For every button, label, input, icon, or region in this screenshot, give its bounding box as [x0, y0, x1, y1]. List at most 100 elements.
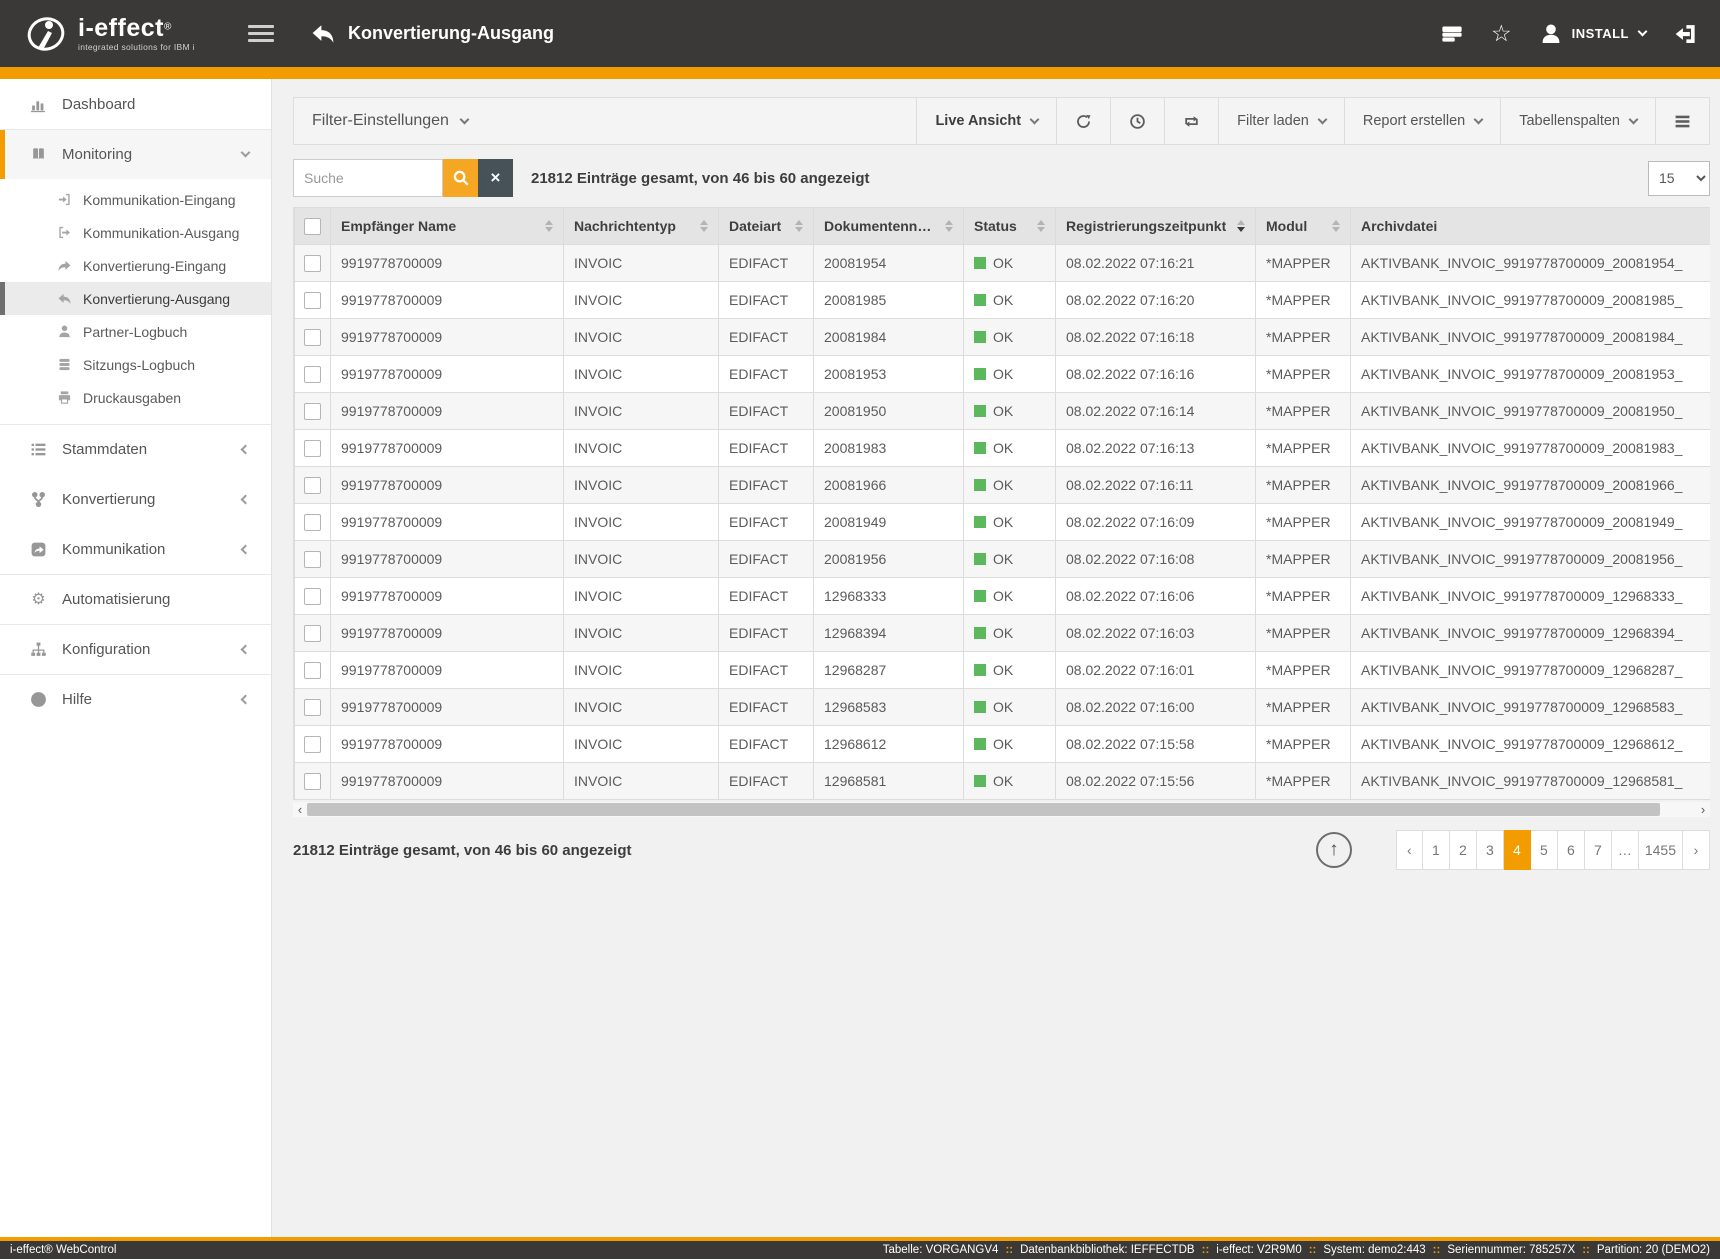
table-row[interactable]: 9919778700009INVOICEDIFACT20081983OK08.0…	[295, 430, 1711, 467]
row-checkbox[interactable]	[304, 366, 321, 383]
scrollbar-thumb[interactable]	[307, 803, 1660, 816]
row-checkbox[interactable]	[304, 440, 321, 457]
scroll-left-icon[interactable]: ‹	[293, 802, 307, 817]
row-checkbox[interactable]	[304, 514, 321, 531]
schedule-button[interactable]	[1110, 98, 1164, 144]
sidebar-item-druckausgaben[interactable]: Druckausgaben	[0, 381, 271, 414]
page-next-button[interactable]: ›	[1683, 830, 1710, 870]
row-checkbox[interactable]	[304, 773, 321, 790]
logout-icon[interactable]	[1674, 23, 1696, 45]
column-header[interactable]: Dateiart	[719, 208, 814, 245]
table-row[interactable]: 9919778700009INVOICEDIFACT12968333OK08.0…	[295, 578, 1711, 615]
server-list-icon[interactable]	[1441, 23, 1463, 45]
row-checkbox[interactable]	[304, 588, 321, 605]
table-row[interactable]: 9919778700009INVOICEDIFACT12968583OK08.0…	[295, 689, 1711, 726]
load-filter-dropdown[interactable]: Filter laden	[1218, 98, 1344, 144]
sidebar-item-automatisierung[interactable]: ⚙ Automatisierung	[0, 574, 271, 624]
refresh-button[interactable]	[1056, 98, 1110, 144]
sitemap-icon	[30, 641, 47, 658]
page-button-2[interactable]: 2	[1450, 830, 1477, 870]
sort-icon[interactable]	[937, 220, 953, 232]
user-menu[interactable]: INSTALL	[1540, 23, 1646, 45]
sidebar-item-dashboard[interactable]: Dashboard	[0, 79, 271, 129]
scroll-right-icon[interactable]: ›	[1696, 802, 1710, 817]
page-button-…[interactable]: …	[1612, 830, 1639, 870]
table-row[interactable]: 9919778700009INVOICEDIFACT20081956OK08.0…	[295, 541, 1711, 578]
sort-icon[interactable]	[787, 220, 803, 232]
row-checkbox[interactable]	[304, 477, 321, 494]
row-checkbox[interactable]	[304, 736, 321, 753]
row-checkbox[interactable]	[304, 699, 321, 716]
sort-icon[interactable]	[1029, 220, 1045, 232]
sidebar-item-kommunikation-ausgang[interactable]: Kommunikation-Ausgang	[0, 216, 271, 249]
page-button-6[interactable]: 6	[1558, 830, 1585, 870]
page-button-5[interactable]: 5	[1531, 830, 1558, 870]
create-report-dropdown[interactable]: Report erstellen	[1344, 98, 1500, 144]
clear-search-button[interactable]: ×	[478, 159, 513, 197]
sidebar-item-kommunikation[interactable]: Kommunikation	[0, 524, 271, 574]
sort-icon[interactable]	[1324, 220, 1340, 232]
sidebar-item-konvertierung-ausgang[interactable]: Konvertierung-Ausgang	[0, 282, 271, 315]
table-row[interactable]: 9919778700009INVOICEDIFACT20081949OK08.0…	[295, 504, 1711, 541]
page-button-3[interactable]: 3	[1477, 830, 1504, 870]
table-row[interactable]: 9919778700009INVOICEDIFACT20081984OK08.0…	[295, 319, 1711, 356]
row-checkbox[interactable]	[304, 255, 321, 272]
scroll-to-top-button[interactable]: ↑	[1316, 832, 1352, 868]
list-view-button[interactable]	[1655, 98, 1709, 144]
cell-empfaenger: 9919778700009	[331, 726, 564, 763]
top-bar: i-effect® integrated solutions for IBM i…	[0, 0, 1720, 67]
column-header[interactable]: Nachrichtentyp	[564, 208, 719, 245]
table-row[interactable]: 9919778700009INVOICEDIFACT12968581OK08.0…	[295, 763, 1711, 800]
sidebar-item-stammdaten[interactable]: Stammdaten	[0, 424, 271, 474]
search-input[interactable]	[293, 159, 443, 197]
live-view-dropdown[interactable]: Live Ansicht	[916, 98, 1056, 144]
search-button[interactable]	[443, 159, 478, 197]
sidebar-item-monitoring[interactable]: Monitoring	[0, 129, 271, 179]
clock-icon	[1129, 113, 1146, 130]
app-logo[interactable]: i-effect® integrated solutions for IBM i	[0, 12, 230, 56]
column-header[interactable]: Registrierungszeitpunkt	[1056, 208, 1256, 245]
sidebar-item-hilfe[interactable]: ? Hilfe	[0, 674, 271, 724]
row-checkbox[interactable]	[304, 625, 321, 642]
sidebar-item-konvertierung[interactable]: Konvertierung	[0, 474, 271, 524]
page-prev-button[interactable]: ‹	[1396, 830, 1423, 870]
table-columns-dropdown[interactable]: Tabellenspalten	[1500, 98, 1655, 144]
column-header[interactable]: Modul	[1256, 208, 1351, 245]
page-button-1[interactable]: 1	[1423, 830, 1450, 870]
sidebar-item-konfiguration[interactable]: Konfiguration	[0, 624, 271, 674]
table-row[interactable]: 9919778700009INVOICEDIFACT20081950OK08.0…	[295, 393, 1711, 430]
page-size-select[interactable]: 15	[1648, 161, 1710, 196]
menu-toggle-icon[interactable]	[248, 21, 274, 46]
column-header[interactable]: Dokumentennummer	[814, 208, 964, 245]
table-row[interactable]: 9919778700009INVOICEDIFACT20081985OK08.0…	[295, 282, 1711, 319]
sidebar-item-konvertierung-eingang[interactable]: Konvertierung-Eingang	[0, 249, 271, 282]
table-row[interactable]: 9919778700009INVOICEDIFACT20081953OK08.0…	[295, 356, 1711, 393]
page-button-4[interactable]: 4	[1504, 830, 1531, 870]
horizontal-scrollbar[interactable]: ‹ ›	[293, 802, 1710, 817]
sort-icon[interactable]	[1229, 220, 1245, 232]
table-row[interactable]: 9919778700009INVOICEDIFACT12968612OK08.0…	[295, 726, 1711, 763]
column-header[interactable]: Archivdatei	[1351, 208, 1711, 245]
row-checkbox[interactable]	[304, 292, 321, 309]
row-checkbox[interactable]	[304, 551, 321, 568]
row-checkbox[interactable]	[304, 662, 321, 679]
sidebar-item-kommunikation-eingang[interactable]: Kommunikation-Eingang	[0, 183, 271, 216]
page-button-7[interactable]: 7	[1585, 830, 1612, 870]
favorites-star-icon[interactable]: ☆	[1491, 22, 1512, 45]
sidebar-item-sitzungs-logbuch[interactable]: Sitzungs-Logbuch	[0, 348, 271, 381]
row-checkbox[interactable]	[304, 403, 321, 420]
select-all-checkbox[interactable]	[304, 218, 321, 235]
table-row[interactable]: 9919778700009INVOICEDIFACT12968287OK08.0…	[295, 652, 1711, 689]
column-header[interactable]: Empfänger Name	[331, 208, 564, 245]
table-row[interactable]: 9919778700009INVOICEDIFACT12968394OK08.0…	[295, 615, 1711, 652]
filter-settings-dropdown[interactable]: Filter-Einstellungen	[294, 98, 916, 144]
sort-icon[interactable]	[692, 220, 708, 232]
table-row[interactable]: 9919778700009INVOICEDIFACT20081954OK08.0…	[295, 245, 1711, 282]
repeat-button[interactable]	[1164, 98, 1218, 144]
sort-icon[interactable]	[537, 220, 553, 232]
row-checkbox[interactable]	[304, 329, 321, 346]
sidebar-item-partner-logbuch[interactable]: Partner-Logbuch	[0, 315, 271, 348]
table-row[interactable]: 9919778700009INVOICEDIFACT20081966OK08.0…	[295, 467, 1711, 504]
column-header[interactable]: Status	[964, 208, 1056, 245]
page-button-1455[interactable]: 1455	[1639, 830, 1683, 870]
